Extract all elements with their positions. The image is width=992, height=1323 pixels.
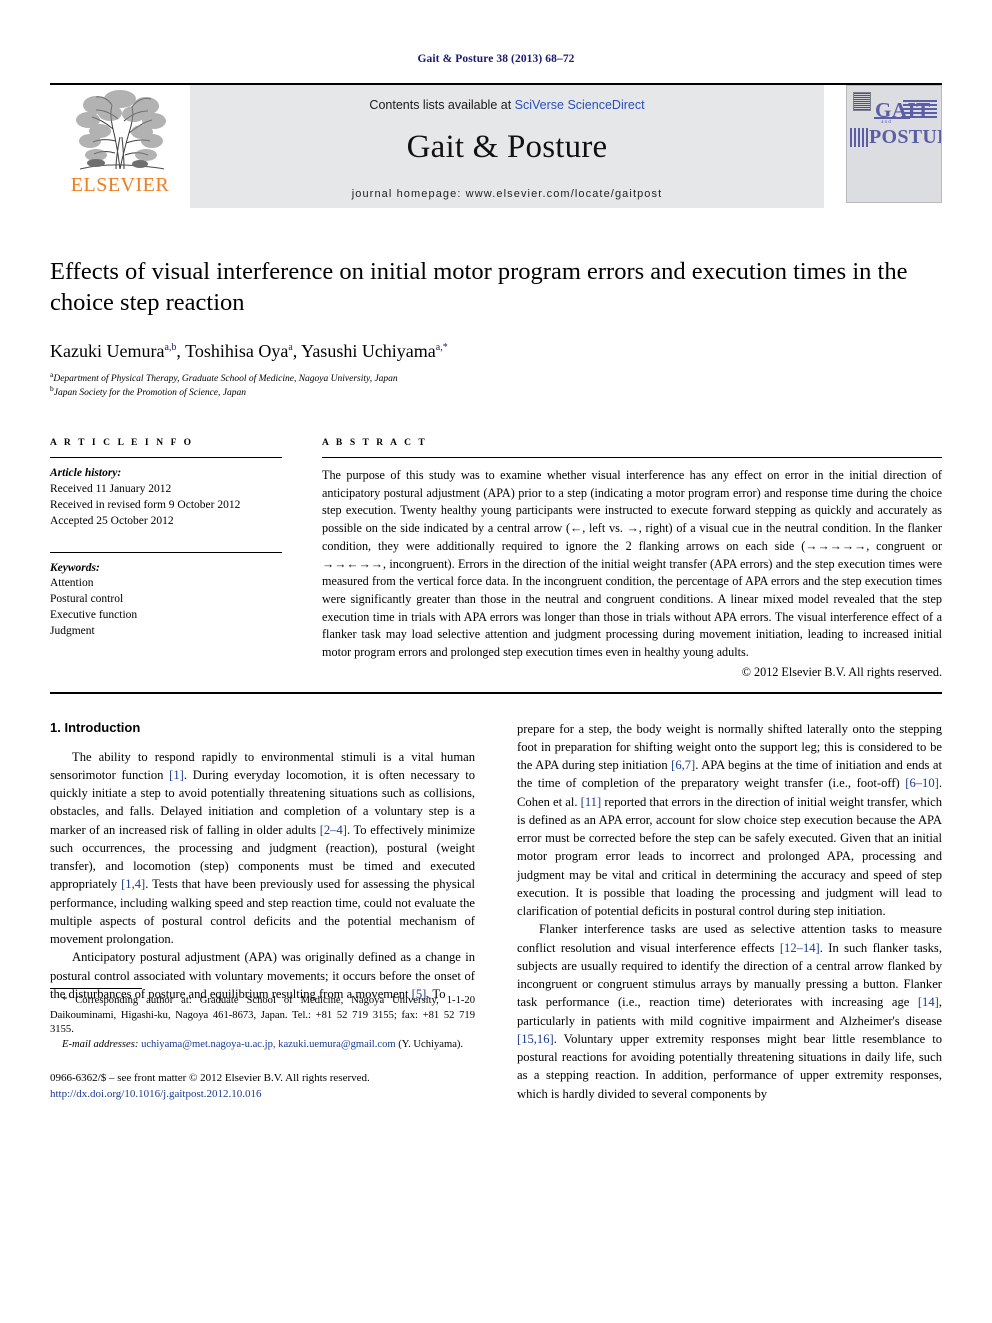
journal-masthead: ELSEVIER Contents lists available at Sci… [50,83,942,208]
divider [50,457,282,459]
divider [50,551,282,553]
citation-ref[interactable]: [1,4] [121,877,145,891]
paragraph: The ability to respond rapidly to enviro… [50,749,476,947]
cover-stripes-left [850,128,870,147]
affiliation-list: aDepartment of Physical Therapy, Graduat… [50,371,942,400]
issn-line: 0966-6362/$ – see front matter © 2012 El… [50,1072,370,1085]
abstract-label: A B S T R A C T [322,438,428,449]
author-separator: , [176,340,186,361]
keywords-group: Keywords: Attention Postural control Exe… [50,561,282,640]
article-history-group: Article history: Received 11 January 201… [50,466,282,529]
body-columns: 1. Introduction The ability to respond r… [50,720,942,1103]
journal-homepage-link[interactable]: journal homepage: www.elsevier.com/locat… [352,188,663,200]
history-item: Accepted 25 October 2012 [50,514,174,527]
author-affil-marker[interactable]: a,* [436,342,448,353]
citation-ref[interactable]: [15,16] [517,1032,554,1046]
article-info-column: A R T I C L E I N F O Article history: R… [50,438,282,680]
affiliation-text: Japan Society for the Promotion of Scien… [53,387,246,398]
cover-title-posture: POSTURE [869,126,941,148]
footnote-area: * Corresponding author at: Graduate Scho… [50,987,475,1103]
email-footnote: E-mail addresses: uchiyama@met.nagoya-u.… [50,1038,475,1053]
page-title: Effects of visual interference on initia… [50,258,908,317]
contents-available-line: Contents lists available at SciVerse Sci… [369,98,644,112]
abstract-copyright: © 2012 Elsevier B.V. All rights reserved… [741,664,942,679]
journal-title: Gait & Posture [406,129,608,165]
article-history-heading: Article history: [50,467,122,480]
author-separator: , [292,340,302,361]
email-tail: (Y. Uchiyama). [398,1039,464,1051]
article-info-label: A R T I C L E I N F O [50,438,194,449]
keyword-item: Executive function [50,609,138,622]
citation-ref[interactable]: [1] [169,768,184,782]
abstract-column: A B S T R A C T The purpose of this stud… [322,438,942,680]
elsevier-wordmark: ELSEVIER [70,174,170,196]
journal-cover-thumbnail[interactable]: GAIT and POSTURE [846,85,942,203]
footnote-divider [50,987,142,989]
body-column-left: 1. Introduction The ability to respond r… [50,720,475,1103]
elsevier-logo: ELSEVIER [50,83,190,208]
sciencedirect-link[interactable]: SciVerse ScienceDirect [515,98,645,112]
keyword-item: Postural control [50,593,124,606]
affiliation-text: Department of Physical Therapy, Graduate… [53,374,398,385]
issn-block: 0966-6362/$ – see front matter © 2012 El… [50,1071,475,1103]
info-abstract-section: A R T I C L E I N F O Article history: R… [50,438,942,680]
body-column-right: prepare for a step, the body weight is n… [517,720,942,1103]
author-affil-marker[interactable]: a,b [164,342,176,353]
keyword-item: Attention [50,577,94,590]
author-name: Kazuki Uemura [50,340,165,361]
journal-article-page: Gait & Posture 38 (2013) 68–72 ELSEVIER … [0,0,992,1323]
author-list: Kazuki Uemuraa,b, Toshihisa Oyaa, Yasush… [50,340,942,363]
title-block: Effects of visual interference on initia… [50,256,942,400]
affiliation-item: bJapan Society for the Promotion of Scie… [50,384,942,400]
running-head: Gait & Posture 38 (2013) 68–72 [417,53,575,65]
citation-ref[interactable]: [11] [581,795,602,809]
cover-title-underline [874,117,910,119]
history-item: Received in revised form 9 October 2012 [50,498,241,511]
citation-ref[interactable]: [6,7] [671,758,695,772]
paragraph: prepare for a step, the body weight is n… [517,721,943,919]
masthead-center-panel: Contents lists available at SciVerse Sci… [190,83,824,208]
email-label: E-mail addresses: [62,1039,139,1051]
citation-ref[interactable]: [6–10] [905,776,939,790]
contents-prefix: Contents lists available at [369,98,515,112]
section-heading-introduction: 1. Introduction [50,719,141,735]
paragraph: Flanker interference tasks are used as s… [517,922,942,1101]
divider [322,457,942,459]
section-divider [50,691,942,694]
affiliation-item: aDepartment of Physical Therapy, Graduat… [50,371,942,386]
citation-ref[interactable]: [2–4] [320,823,347,837]
citation-ref[interactable]: [14] [918,995,939,1009]
abstract-text: The purpose of this study was to examine… [322,468,942,659]
keyword-item: Judgment [50,624,95,637]
doi-link[interactable]: http://dx.doi.org/10.1016/j.gaitpost.201… [50,1087,475,1103]
history-item: Received 11 January 2012 [50,482,172,495]
cover-mini-image-icon [853,92,871,111]
cover-title-and: and [881,119,892,125]
author-name: Yasushi Uchiyama [301,340,436,361]
corresponding-author-footnote: * Corresponding author at: Graduate Scho… [50,994,475,1036]
elsevier-tree-icon [76,90,166,170]
keywords-heading: Keywords: [50,561,100,574]
journal-cover-cell: GAIT and POSTURE [824,83,942,208]
author-name: Toshihisa Oya [185,340,289,361]
email-links[interactable]: uchiyama@met.nagoya-u.ac.jp, kazuki.uemu… [141,1039,396,1050]
citation-ref[interactable]: [12–14] [780,941,820,955]
